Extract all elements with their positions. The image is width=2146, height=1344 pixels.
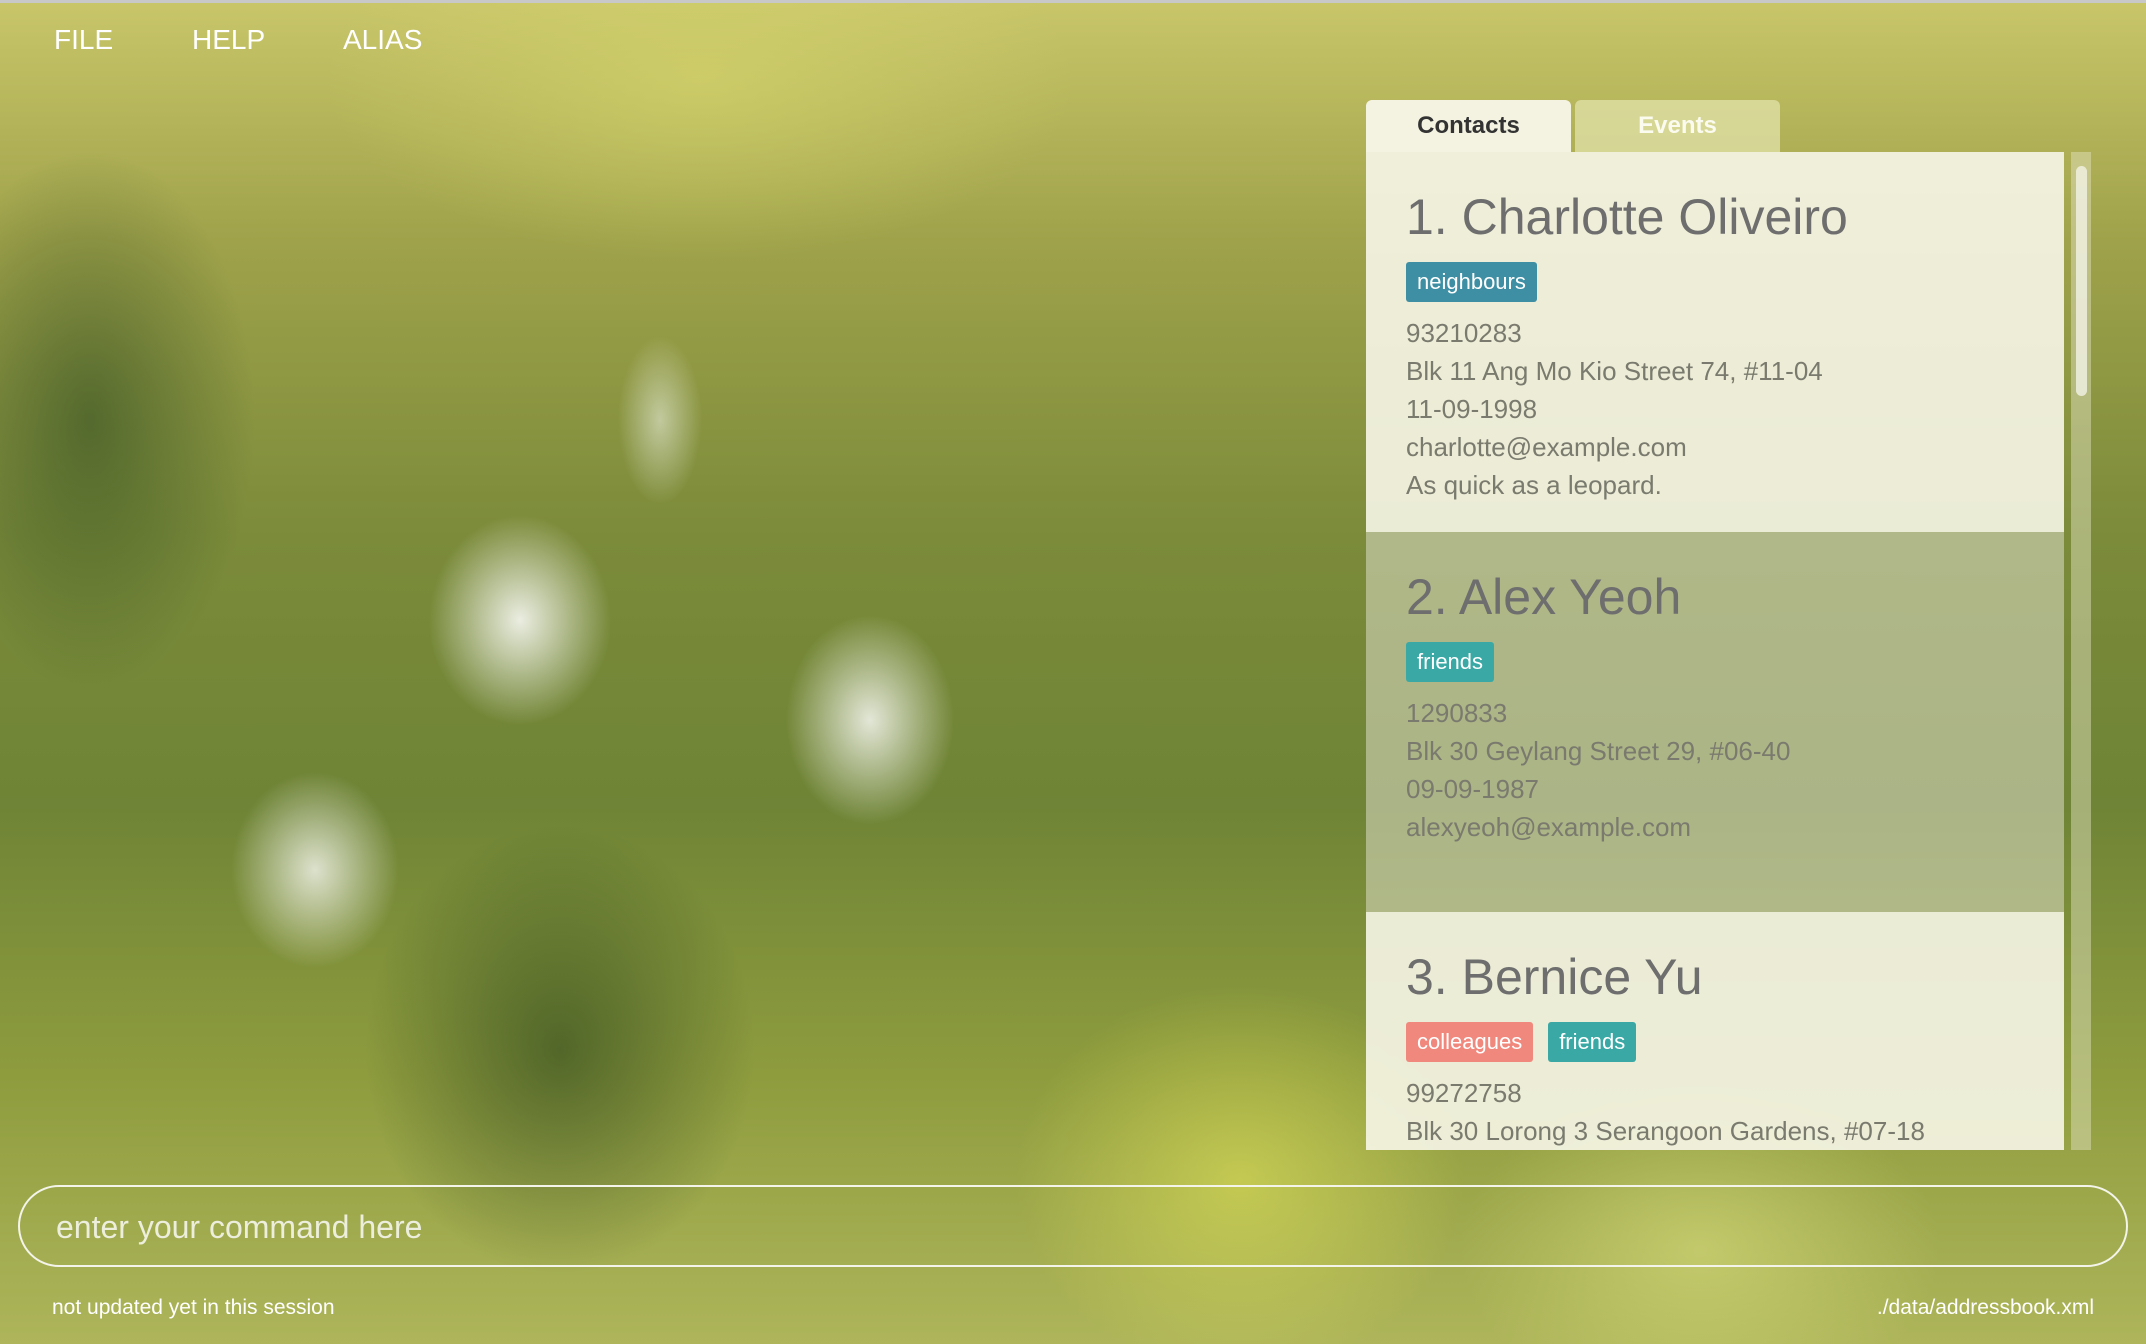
contact-tags: neighbours bbox=[1406, 262, 2024, 302]
contact-birthday: 11-09-1998 bbox=[1406, 394, 1538, 424]
list-scrollbar-thumb[interactable] bbox=[2076, 166, 2087, 396]
contact-phone: 99272758 bbox=[1406, 1078, 1522, 1108]
menu-help[interactable]: HELP bbox=[192, 18, 265, 62]
contact-birthday: 09-09-1987 bbox=[1406, 774, 1539, 804]
menu-file[interactable]: FILE bbox=[54, 18, 113, 62]
menu-alias[interactable]: ALIAS bbox=[343, 18, 422, 62]
contact-tags: friends bbox=[1406, 642, 2024, 682]
tag-badge: friends bbox=[1406, 642, 1495, 682]
command-box bbox=[18, 1185, 2128, 1267]
contact-card[interactable]: 3. Bernice Yu colleagues friends 9927275… bbox=[1366, 912, 2064, 1150]
panel-tabs: Contacts Events bbox=[1366, 100, 1780, 152]
contact-address: Blk 30 Geylang Street 29, #06-40 bbox=[1406, 736, 1791, 766]
window-top-border bbox=[0, 0, 2146, 3]
contact-name: 2. Alex Yeoh bbox=[1406, 569, 1682, 625]
command-input[interactable] bbox=[54, 1187, 2088, 1267]
contact-email: charlotte@example.com bbox=[1406, 432, 1687, 462]
contact-card[interactable]: 1. Charlotte Oliveiro neighbours 9321028… bbox=[1366, 152, 2064, 532]
tag-badge: colleagues bbox=[1406, 1022, 1534, 1062]
contact-name: 3. Bernice Yu bbox=[1406, 949, 1703, 1005]
contact-remark: As quick as a leopard. bbox=[1406, 470, 1662, 500]
contact-tags: colleagues friends bbox=[1406, 1022, 2024, 1062]
sync-status: not updated yet in this session bbox=[52, 1296, 335, 1319]
tag-badge: neighbours bbox=[1406, 262, 1537, 302]
contact-phone: 93210283 bbox=[1406, 318, 1522, 348]
contact-address: Blk 11 Ang Mo Kio Street 74, #11-04 bbox=[1406, 356, 1823, 386]
contact-email: alexyeoh@example.com bbox=[1406, 812, 1692, 842]
contact-name: 1. Charlotte Oliveiro bbox=[1406, 189, 1848, 245]
contact-phone: 1290833 bbox=[1406, 698, 1508, 728]
contact-card[interactable]: 2. Alex Yeoh friends 1290833 Blk 30 Geyl… bbox=[1366, 532, 2064, 912]
tab-events[interactable]: Events bbox=[1575, 100, 1780, 152]
tag-badge: friends bbox=[1548, 1022, 1637, 1062]
save-location: ./data/addressbook.xml bbox=[1876, 1296, 2094, 1319]
contact-list[interactable]: 1. Charlotte Oliveiro neighbours 9321028… bbox=[1366, 152, 2064, 1150]
app-window: FILE HELP ALIAS Contacts Events 1. Charl… bbox=[0, 0, 2146, 1344]
contact-address: Blk 30 Lorong 3 Serangoon Gardens, #07-1… bbox=[1406, 1116, 1925, 1146]
tab-contacts[interactable]: Contacts bbox=[1366, 100, 1571, 152]
